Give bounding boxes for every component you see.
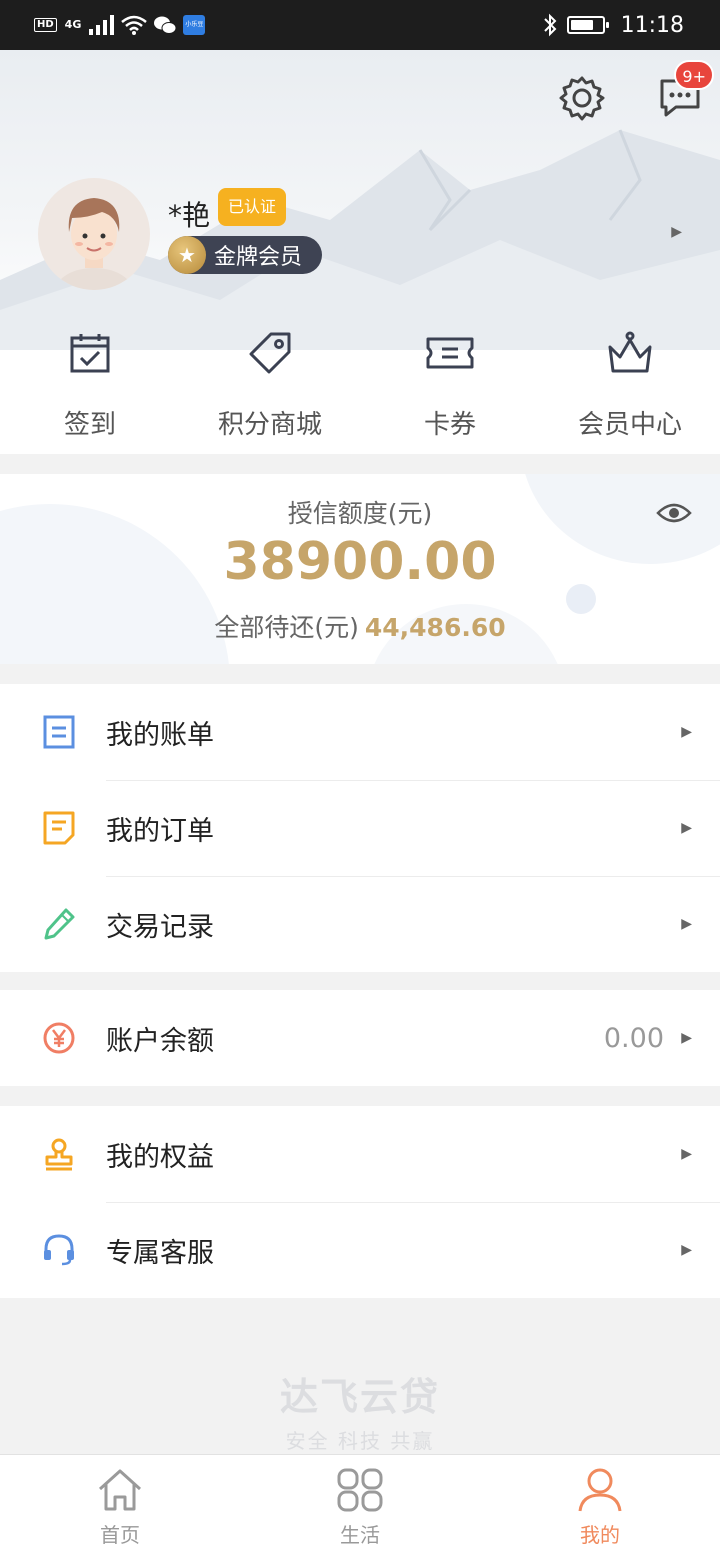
tab-life[interactable]: 生活 [240,1455,480,1560]
profile-header: 9+ *艳 已认证 ★ 金牌会员 ▶ 签到 积分商城 卡券 会员中心 [0,50,720,454]
credit-summary: 授信额度(元) 38900.00 全部待还(元) 44,486.60 [0,474,720,664]
signal-icon [89,15,115,35]
bill-icon [43,715,75,749]
pending-repayment: 全部待还(元) 44,486.60 [0,608,720,644]
bottom-tab-bar: 首页 生活 我的 [0,1454,720,1560]
quick-action-coupons[interactable]: 卡券 [360,328,540,448]
menu-item-label: 我的权益 [106,1141,214,1173]
brand-slogan: 安全 科技 共赢 [285,1429,435,1453]
battery-icon [566,16,609,34]
quick-action-label: 签到 [63,410,116,440]
menu-item-my-orders[interactable]: 我的订单 ▶ [0,780,720,876]
credit-limit-label: 授信额度(元) [287,499,433,528]
user-avatar-illustration [56,198,132,290]
verified-badge: 已认证 [218,188,287,226]
member-level-label: 金牌会员 [214,245,303,270]
tab-label: 生活 [340,1523,380,1547]
menu-item-label: 我的账单 [106,719,214,751]
grid-icon [337,1468,383,1512]
quick-action-member-center[interactable]: 会员中心 [540,328,720,448]
menu-group-balance: 账户余额 0.00 ▶ [0,990,720,1086]
chevron-right-icon: ▶ [681,1242,692,1258]
chevron-right-icon: ▶ [681,1146,692,1162]
bluetooth-icon [543,13,557,37]
quick-actions: 签到 积分商城 卡券 会员中心 [0,328,720,448]
user-name: *艳 [168,199,211,232]
toggle-visibility-button[interactable] [656,500,692,530]
chevron-right-icon: ▶ [681,1030,692,1046]
chevron-right-icon: ▶ [681,724,692,740]
menu-item-my-benefits[interactable]: 我的权益 ▶ [0,1106,720,1202]
brand-name: 达飞云贷 [279,1375,440,1419]
wifi-icon [121,15,148,35]
wechat-icon [154,16,177,34]
order-icon [43,811,75,845]
menu-item-my-bills[interactable]: 我的账单 ▶ [0,684,720,780]
stamp-icon [45,1138,73,1171]
menu-item-label: 交易记录 [106,911,214,943]
quick-action-label: 会员中心 [577,410,682,440]
headset-icon [44,1234,74,1266]
quick-action-points-mall[interactable]: 积分商城 [180,328,360,448]
tab-home[interactable]: 首页 [0,1455,240,1560]
yuan-icon [43,1022,75,1054]
quick-action-checkin[interactable]: 签到 [0,328,180,448]
person-icon [578,1468,622,1512]
clock: 11:18 [620,12,684,38]
tag-icon [249,332,291,374]
chevron-right-icon: ▶ [681,916,692,932]
menu-item-transactions[interactable]: 交易记录 ▶ [0,876,720,972]
menu-item-customer-service[interactable]: 专属客服 ▶ [0,1202,720,1298]
menu-item-label: 账户余额 [106,1025,214,1057]
balance-value: 0.00 [603,1022,664,1054]
tab-label: 首页 [100,1523,140,1547]
pending-value: 44,486.60 [364,613,506,642]
profile-arrow-icon[interactable]: ▶ [671,224,682,240]
menu-group-service: 我的权益 ▶ 专属客服 ▶ [0,1106,720,1298]
pencil-icon [44,908,75,940]
menu-group-orders: 我的账单 ▶ 我的订单 ▶ 交易记录 ▶ [0,684,720,972]
eye-icon [656,503,692,523]
credit-limit-amount: 38900.00 [223,532,497,592]
menu-item-label: 专属客服 [106,1237,214,1269]
network-tag: 4G [64,18,82,31]
menu-item-account-balance[interactable]: 账户余额 0.00 ▶ [0,990,720,1086]
chevron-right-icon: ▶ [681,820,692,836]
ticket-icon [426,337,474,369]
tab-mine[interactable]: 我的 [480,1455,720,1560]
app-notification-icon: 小乐豆 [183,15,206,35]
gear-icon [559,76,605,121]
quick-action-label: 积分商城 [217,410,322,440]
star-medal-icon: ★ [168,236,206,274]
tab-label: 我的 [580,1523,620,1547]
brand-watermark: 达飞云贷 安全 科技 共赢 [0,1366,720,1454]
calendar-check-icon [70,334,110,373]
quick-action-label: 卡券 [423,410,476,440]
member-level-badge[interactable]: ★ 金牌会员 [168,236,322,274]
avatar[interactable] [38,178,150,290]
pending-label: 全部待还(元) [214,613,359,642]
settings-button[interactable] [554,70,610,126]
status-bar: HD 4G 小乐豆 11:18 [0,0,720,50]
hd-tag: HD [34,18,57,32]
crown-icon [608,331,652,373]
menu-item-label: 我的订单 [106,815,214,847]
messages-button[interactable]: 9+ [652,60,714,126]
home-icon [98,1469,142,1511]
message-count-badge: 9+ [674,60,714,90]
